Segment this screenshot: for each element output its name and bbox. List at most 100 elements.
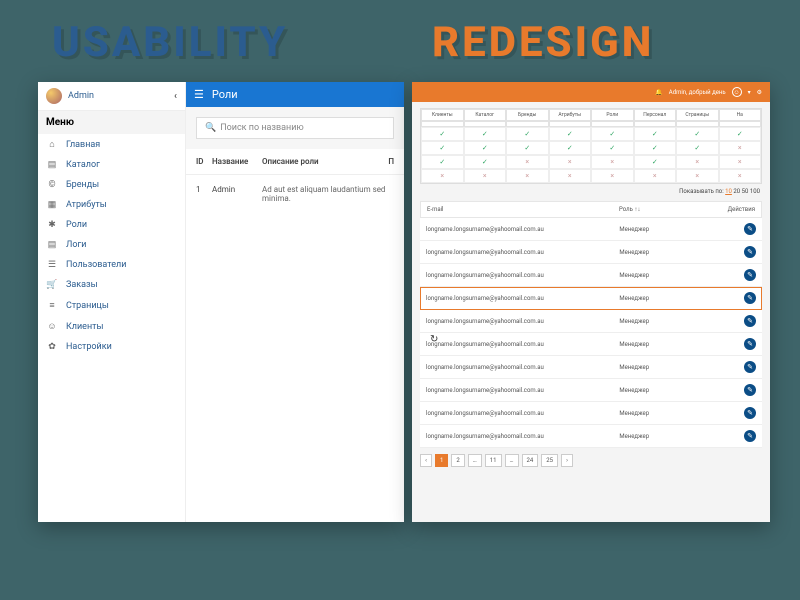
cross-icon: × <box>676 169 719 183</box>
check-icon: ✓ <box>591 141 634 155</box>
nav-label: Страницы <box>66 301 109 311</box>
col-email[interactable]: E-mail <box>427 206 619 213</box>
perm-row: ×××××××× <box>421 169 761 183</box>
col-p[interactable]: П <box>388 157 394 166</box>
cross-icon: × <box>591 169 634 183</box>
edit-button[interactable]: ✎ <box>744 292 756 304</box>
edit-button[interactable]: ✎ <box>744 338 756 350</box>
nav-label: Бренды <box>66 180 99 190</box>
sidebar-item-3[interactable]: ▦Атрибуты <box>38 195 185 215</box>
cross-icon: × <box>591 155 634 169</box>
sidebar-user[interactable]: Admin ‹ <box>38 82 185 111</box>
hamburger-icon[interactable]: ☰ <box>194 88 204 101</box>
perm-row: ✓✓✓✓✓✓✓✓ <box>421 127 761 141</box>
col-name[interactable]: Название <box>212 157 262 166</box>
edit-button[interactable]: ✎ <box>744 430 756 442</box>
heading-usability: USABILITY <box>52 18 288 67</box>
greeting: Admin, добрый день <box>669 89 726 96</box>
permissions-table: КлиентыКаталогБрендыАтрибутыРолиПерсонал… <box>420 108 762 184</box>
sidebar-item-6[interactable]: ☰Пользователи <box>38 255 185 275</box>
chevron-left-icon[interactable]: ‹ <box>174 91 177 102</box>
check-icon: ✓ <box>464 141 507 155</box>
col-desc[interactable]: Описание роли <box>262 157 388 166</box>
page-button[interactable]: … <box>505 454 519 467</box>
page-button[interactable]: 2 <box>451 454 464 467</box>
sidebar-item-0[interactable]: ⌂Главная <box>38 134 185 155</box>
chevron-down-icon[interactable]: ▾ <box>748 89 751 96</box>
nav-label: Роли <box>66 220 87 230</box>
cross-icon: × <box>549 155 592 169</box>
perm-row: ✓✓✓✓✓✓✓× <box>421 141 761 155</box>
table-row[interactable]: 1AdminAd aut est aliquam laudantium sed … <box>186 175 404 213</box>
check-icon: ✓ <box>634 155 677 169</box>
page-button[interactable]: 24 <box>522 454 539 467</box>
table-row[interactable]: longname.longsurname@yahoomail.com.auМен… <box>420 287 762 310</box>
table-row[interactable]: longname.longsurname@yahoomail.com.auМен… <box>420 356 762 379</box>
search-input[interactable]: 🔍 Поиск по названию <box>196 117 394 139</box>
page-button[interactable]: ‹ <box>420 454 432 467</box>
sidebar-item-8[interactable]: ≡ Страницы <box>38 295 185 316</box>
nav-label: Логи <box>66 240 86 250</box>
page-button[interactable]: … <box>468 454 482 467</box>
table-row[interactable]: longname.longsurname@yahoomail.com.auМен… <box>420 402 762 425</box>
table-row[interactable]: longname.longsurname@yahoomail.com.auМен… <box>420 425 762 448</box>
table-row[interactable]: longname.longsurname@yahoomail.com.auМен… <box>420 241 762 264</box>
table-row[interactable]: longname.longsurname@yahoomail.com.auМен… <box>420 264 762 287</box>
page-size-option[interactable]: 100 <box>748 188 760 195</box>
check-icon: ✓ <box>549 141 592 155</box>
check-icon: ✓ <box>549 127 592 141</box>
edit-button[interactable]: ✎ <box>744 384 756 396</box>
sidebar-item-2[interactable]: ©Бренды <box>38 175 185 195</box>
nav-icon: ≡ <box>46 300 58 311</box>
left-main: ☰ Роли 🔍 Поиск по названию ID Название О… <box>186 82 404 522</box>
page-button[interactable]: 1 <box>435 454 448 467</box>
page-button[interactable]: › <box>561 454 573 467</box>
col-id[interactable]: ID <box>196 157 212 166</box>
sidebar-item-7[interactable]: 🛒 Заказы <box>38 275 185 295</box>
edit-button[interactable]: ✎ <box>744 315 756 327</box>
nav-icon: 🛒 <box>46 280 58 290</box>
table-row[interactable]: longname.longsurname@yahoomail.com.auМен… <box>420 218 762 241</box>
edit-button[interactable]: ✎ <box>744 223 756 235</box>
cross-icon: × <box>676 155 719 169</box>
gear-icon[interactable]: ⚙ <box>757 89 762 96</box>
nav-icon: ⌂ <box>46 139 58 150</box>
page-button[interactable]: 11 <box>485 454 502 467</box>
nav-icon: ▦ <box>46 200 58 210</box>
nav-icon: ✱ <box>46 220 58 230</box>
edit-button[interactable]: ✎ <box>744 407 756 419</box>
sidebar-item-1[interactable]: ▤Каталог <box>38 155 185 175</box>
nav-icon: ☺ <box>46 321 58 332</box>
nav-label: Заказы <box>66 280 98 290</box>
sidebar-item-4[interactable]: ✱ Роли <box>38 215 185 235</box>
nav-label: Пользователи <box>66 260 126 270</box>
avatar <box>46 88 62 104</box>
edit-button[interactable]: ✎ <box>744 361 756 373</box>
perm-col: Клиенты <box>421 109 464 121</box>
sidebar-item-10[interactable]: ✿Настройки <box>38 337 185 357</box>
perm-col: На <box>719 109 762 121</box>
cross-icon: × <box>719 169 762 183</box>
table-row[interactable]: longname.longsurname@yahoomail.com.auМен… <box>420 310 762 333</box>
page-button[interactable]: 25 <box>541 454 558 467</box>
cross-icon: × <box>464 169 507 183</box>
nav-label: Настройки <box>66 342 112 352</box>
sidebar-item-9[interactable]: ☺Клиенты <box>38 316 185 337</box>
table-row[interactable]: longname.longsurname@yahoomail.com.auМен… <box>420 333 762 356</box>
perm-col: Страницы <box>676 109 719 121</box>
bell-icon[interactable]: 🔔 <box>655 89 662 96</box>
check-icon: ✓ <box>464 127 507 141</box>
edit-button[interactable]: ✎ <box>744 246 756 258</box>
edit-button[interactable]: ✎ <box>744 269 756 281</box>
check-icon: ✓ <box>634 141 677 155</box>
page-size-option[interactable]: 10 <box>725 188 732 195</box>
check-icon: ✓ <box>719 127 762 141</box>
nav-icon: ▤ <box>46 240 58 250</box>
sidebar-item-5[interactable]: ▤ Логи <box>38 235 185 255</box>
col-actions: Действия <box>715 206 755 213</box>
table-row[interactable]: longname.longsurname@yahoomail.com.auМен… <box>420 379 762 402</box>
check-icon: ✓ <box>676 127 719 141</box>
page-size-option[interactable]: 20 <box>732 188 740 195</box>
user-icon[interactable]: ☺ <box>732 87 742 97</box>
col-role[interactable]: Роль ↑↓ <box>619 206 715 213</box>
